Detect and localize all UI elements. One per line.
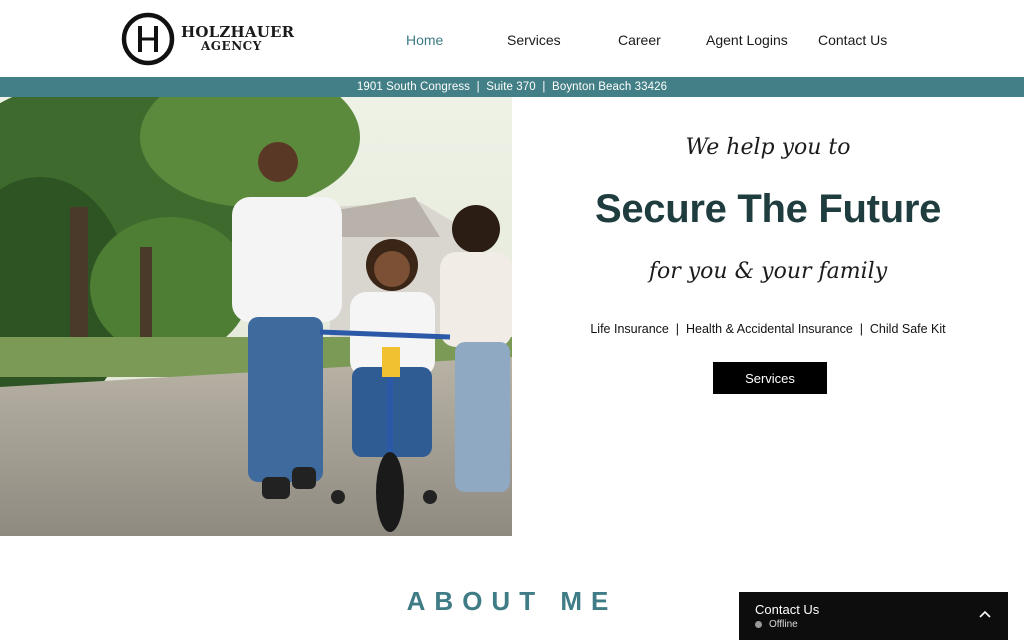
nav-career[interactable]: Career	[618, 32, 661, 48]
nav-agent-logins[interactable]: Agent Logins	[706, 32, 788, 48]
main-nav: Home Services Career Agent Logins Contac…	[0, 32, 1024, 52]
chat-status: Offline	[755, 619, 798, 630]
services-button[interactable]: Services	[713, 362, 827, 394]
hero-tagline-top: We help you to	[685, 135, 851, 160]
status-dot-icon	[755, 621, 762, 628]
address-text: 1901 South Congress | Suite 370 | Boynto…	[356, 81, 668, 93]
chevron-up-icon[interactable]	[978, 607, 992, 621]
chat-status-text: Offline	[769, 619, 798, 630]
nav-services[interactable]: Services	[507, 32, 561, 48]
hero-headline: Secure The Future	[594, 187, 942, 231]
nav-home[interactable]: Home	[406, 32, 443, 48]
site-header: HOLZHAUER AGENCY Home Services Career Ag…	[0, 0, 1024, 77]
product-list: Life Insurance | Health & Accidental Ins…	[590, 322, 946, 336]
hero-content: We help you to Secure The Future for you…	[512, 97, 1024, 536]
nav-contact-us[interactable]: Contact Us	[818, 32, 887, 48]
chat-title: Contact Us	[755, 602, 820, 617]
address-bar: 1901 South Congress | Suite 370 | Boynto…	[0, 77, 1024, 97]
hero-tagline-bottom: for you & your family	[648, 259, 888, 284]
chat-widget[interactable]: Contact Us Offline	[739, 592, 1008, 640]
hero-family-photo	[0, 97, 512, 536]
